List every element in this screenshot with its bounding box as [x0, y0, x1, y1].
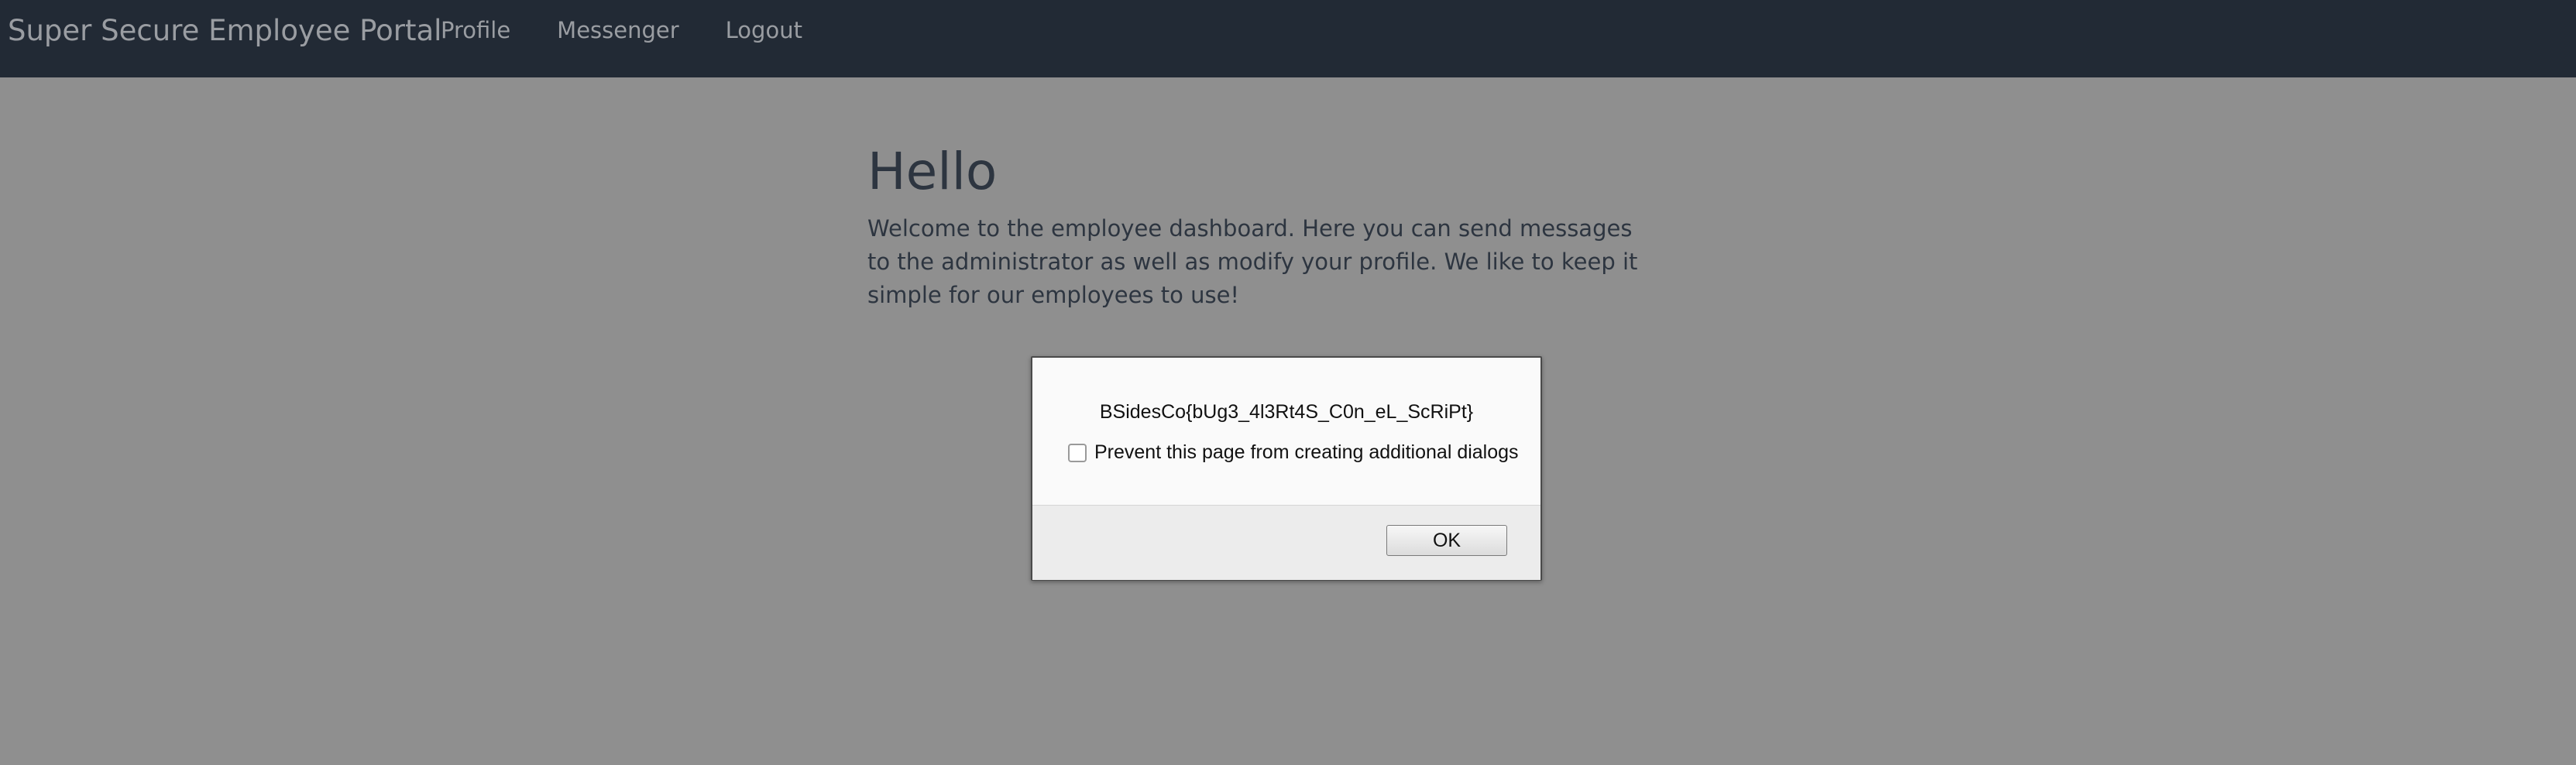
brand-title[interactable]: Super Secure Employee Portal	[8, 14, 441, 47]
nav-link-profile[interactable]: Profile	[441, 17, 510, 43]
main-content: Hello Welcome to the employee dashboard.…	[867, 139, 1657, 312]
dialog-footer: OK	[1032, 505, 1540, 580]
ok-button[interactable]: OK	[1386, 525, 1507, 556]
dialog-body: BSidesCo{bUg3_4l3Rt4S_C0n_eL_ScRiPt} Pre…	[1032, 358, 1540, 505]
alert-dialog: BSidesCo{bUg3_4l3Rt4S_C0n_eL_ScRiPt} Pre…	[1031, 356, 1542, 581]
prevent-dialogs-row[interactable]: Prevent this page from creating addition…	[1068, 441, 1519, 464]
dialog-message: BSidesCo{bUg3_4l3Rt4S_C0n_eL_ScRiPt}	[1099, 401, 1474, 423]
prevent-dialogs-label[interactable]: Prevent this page from creating addition…	[1094, 441, 1519, 464]
nav-link-messenger[interactable]: Messenger	[557, 17, 678, 43]
nav-links: Profile Messenger Logout	[441, 17, 849, 43]
top-navbar: Super Secure Employee Portal Profile Mes…	[0, 0, 2576, 77]
welcome-paragraph: Welcome to the employee dashboard. Here …	[867, 215, 1638, 308]
prevent-dialogs-checkbox[interactable]	[1068, 443, 1087, 462]
page-heading: Hello	[867, 142, 998, 201]
nav-link-logout[interactable]: Logout	[726, 17, 802, 43]
